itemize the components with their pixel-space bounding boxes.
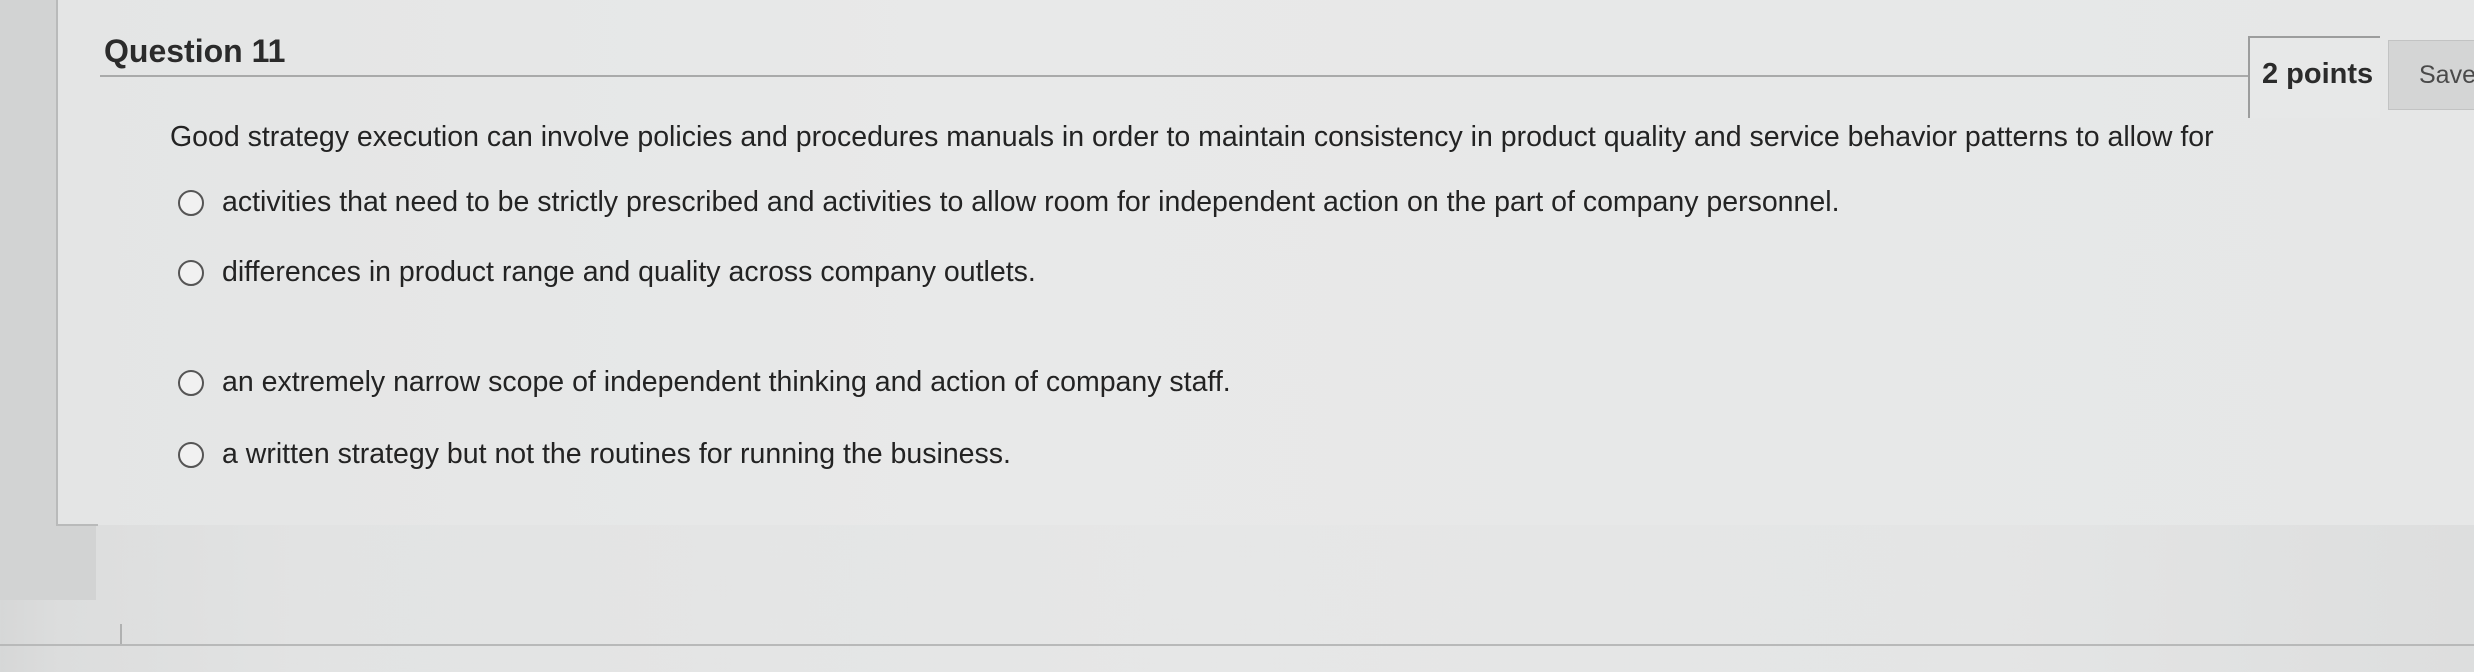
answer-option-4[interactable]: a written strategy but not the routines … [178, 438, 1011, 471]
answer-option-2[interactable]: differences in product range and quality… [178, 256, 1036, 289]
card-bottom-edge [56, 524, 98, 526]
answer-option-label: activities that need to be strictly pres… [222, 186, 1840, 218]
gutter-notch [56, 520, 96, 600]
footer-tick [120, 624, 122, 646]
radio-button[interactable] [178, 189, 204, 216]
answer-option-label: an extremely narrow scope of independent… [222, 366, 1231, 398]
answer-option-label: differences in product range and quality… [222, 256, 1036, 288]
answer-option-1[interactable]: activities that need to be strictly pres… [178, 186, 1840, 219]
radio-button[interactable] [178, 441, 204, 468]
question-prompt: Good strategy execution can involve poli… [170, 121, 2214, 153]
question-title: Question 11 [104, 33, 286, 69]
answer-option-label: a written strategy but not the routines … [222, 438, 1011, 470]
question-header-divider [100, 75, 2250, 77]
radio-button[interactable] [178, 259, 204, 286]
save-button[interactable]: Save [2388, 40, 2474, 110]
footer-divider [0, 644, 2474, 646]
points-label: 2 points [2262, 58, 2374, 90]
answer-option-3[interactable]: an extremely narrow scope of independent… [178, 366, 1231, 399]
radio-button[interactable] [178, 369, 204, 396]
